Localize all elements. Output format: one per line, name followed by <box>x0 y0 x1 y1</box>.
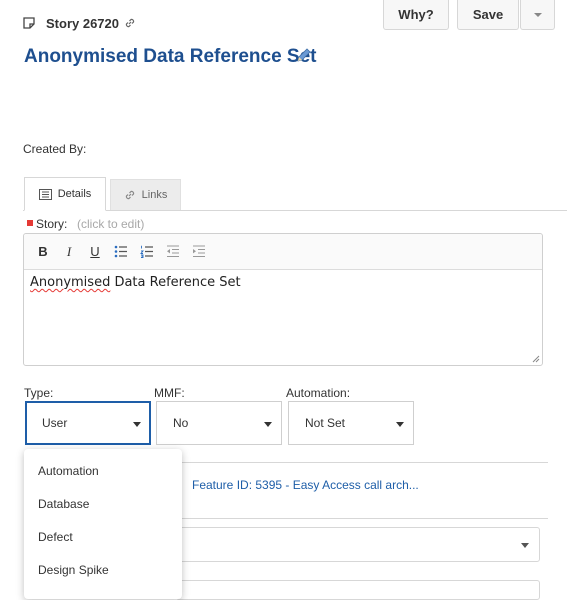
tab-details[interactable]: Details <box>24 177 106 211</box>
type-label: Type: <box>24 386 54 400</box>
outdent-icon[interactable] <box>166 245 180 258</box>
background-select-2[interactable] <box>176 580 540 600</box>
bullet-list-icon[interactable] <box>114 245 128 258</box>
chevron-down-icon <box>396 422 404 427</box>
chevron-down-icon <box>133 422 141 427</box>
tab-details-label: Details <box>57 188 92 200</box>
misspelled-word[interactable]: Anonymised <box>30 275 110 290</box>
dropdown-option[interactable]: Design Spike <box>38 563 109 577</box>
chevron-down-icon <box>521 543 529 548</box>
edit-pencil-icon[interactable] <box>296 47 312 63</box>
automation-select-value: Not Set <box>305 416 346 430</box>
type-select-value: User <box>42 416 68 430</box>
save-options-button[interactable] <box>520 0 555 30</box>
link-icon <box>125 190 134 200</box>
type-dropdown-menu: Automation Database Defect Design Spike <box>24 449 182 599</box>
mmf-select[interactable]: No <box>156 401 282 445</box>
bold-button[interactable]: B <box>36 244 50 259</box>
details-icon <box>38 188 52 200</box>
chevron-down-icon <box>533 12 542 17</box>
indent-icon[interactable] <box>192 245 206 258</box>
tab-links[interactable]: Links <box>110 179 181 210</box>
italic-button[interactable]: I <box>62 244 76 260</box>
story-text[interactable]: Anonymised Data Reference Set <box>30 275 241 290</box>
tab-links-label: Links <box>141 189 168 201</box>
editor-toolbar: B I U <box>24 234 542 270</box>
page-title: Anonymised Data Reference Set <box>24 46 317 67</box>
dropdown-option[interactable]: Defect <box>38 530 73 544</box>
chevron-down-icon <box>264 422 272 427</box>
story-icon <box>23 17 35 29</box>
section-divider <box>182 462 548 463</box>
numbered-list-icon[interactable] <box>140 245 154 258</box>
permalink-icon[interactable] <box>124 17 136 29</box>
story-text-rest: Data Reference Set <box>110 275 241 290</box>
feature-link[interactable]: Feature ID: 5395 - Easy Access call arch… <box>192 478 419 492</box>
story-editor[interactable]: B I U Anonymised Data Reference Set <box>23 233 543 366</box>
story-id: Story 26720 <box>46 16 119 31</box>
story-edit-hint[interactable]: (click to edit) <box>77 217 144 231</box>
underline-button[interactable]: U <box>88 244 102 259</box>
background-select[interactable]: l <box>176 527 540 562</box>
mmf-label: MMF: <box>154 386 185 400</box>
automation-select[interactable]: Not Set <box>288 401 414 445</box>
save-button[interactable]: Save <box>457 0 519 30</box>
mmf-select-value: No <box>173 416 189 430</box>
required-marker <box>27 220 33 226</box>
section-divider <box>182 518 548 519</box>
created-by-label: Created By: <box>23 142 87 156</box>
story-label: Story: <box>36 217 68 231</box>
resize-handle-icon[interactable] <box>532 355 540 363</box>
dropdown-option[interactable]: Automation <box>38 464 99 478</box>
dropdown-option[interactable]: Database <box>38 497 89 511</box>
type-select[interactable]: User <box>25 401 151 445</box>
automation-label: Automation: <box>286 386 351 400</box>
why-button[interactable]: Why? <box>383 0 449 30</box>
